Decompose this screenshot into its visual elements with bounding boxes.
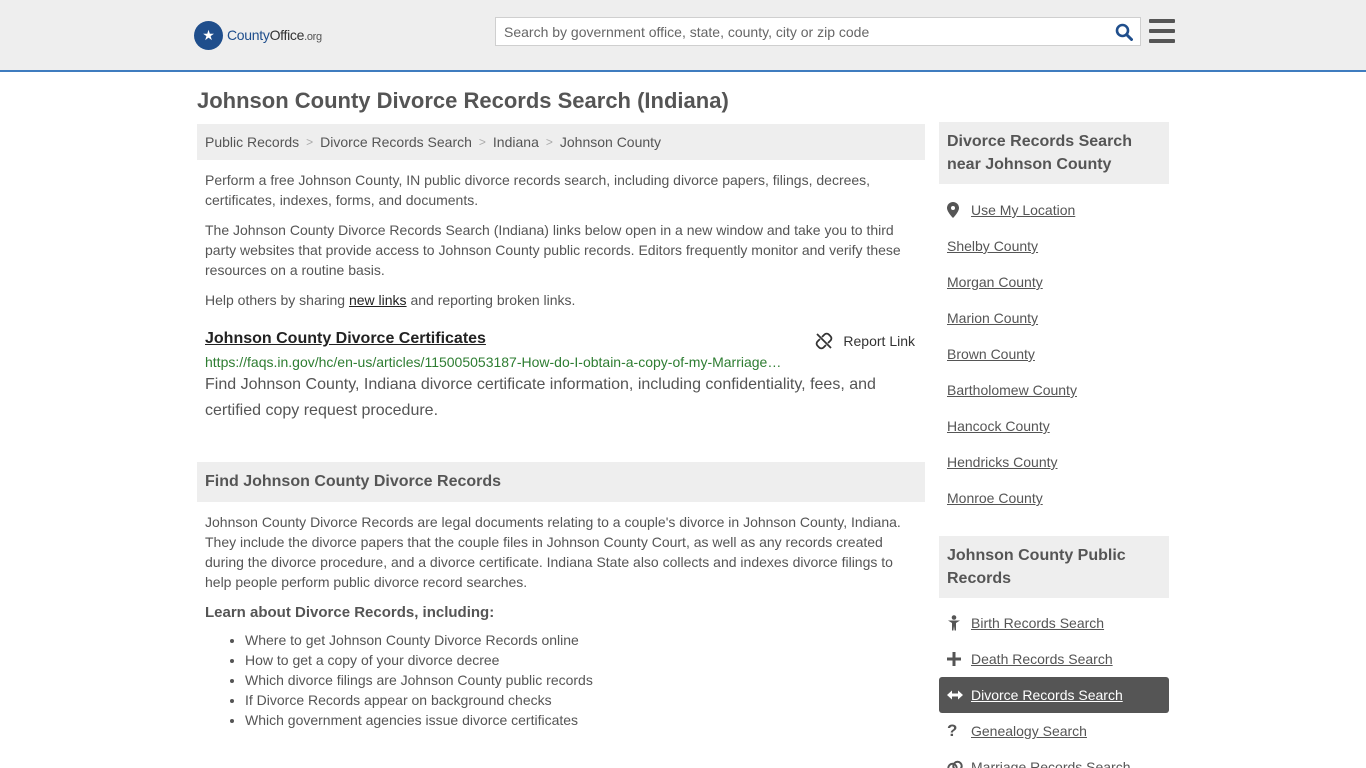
breadcrumb-indiana[interactable]: Indiana	[493, 134, 539, 150]
sidebar-public-records: Johnson County Public Records	[939, 536, 1169, 598]
learn-list: Where to get Johnson County Divorce Reco…	[197, 630, 925, 730]
nearby-county-link[interactable]: Monroe County	[947, 490, 1043, 506]
section-heading: Find Johnson County Divorce Records	[197, 462, 925, 502]
intro-text: Help others by sharing	[205, 292, 349, 308]
result-url[interactable]: https://faqs.in.gov/hc/en-us/articles/11…	[205, 354, 783, 370]
sidebar-heading-public-records: Johnson County Public Records	[939, 536, 1169, 598]
marriage-records-search-link[interactable]: Marriage Records Search	[939, 749, 1169, 768]
logo-office: Office	[269, 27, 305, 43]
result-description: Find Johnson County, Indiana divorce cer…	[205, 376, 876, 419]
nearby-county-link[interactable]: Brown County	[947, 346, 1035, 362]
sidebar-link-label: Birth Records Search	[971, 615, 1105, 631]
intro-paragraph-1: Perform a free Johnson County, IN public…	[205, 172, 871, 208]
nearby-list: Use My Location Shelby County Morgan Cou…	[939, 200, 1169, 506]
learn-heading: Learn about Divorce Records, including:	[205, 604, 495, 621]
list-item: How to get a copy of your divorce decree	[245, 650, 925, 670]
search-input[interactable]	[496, 18, 1108, 45]
breadcrumb-separator: >	[545, 135, 553, 149]
nearby-county-link[interactable]: Shelby County	[947, 238, 1038, 254]
breadcrumb-divorce-records-search[interactable]: Divorce Records Search	[320, 134, 472, 150]
main-content: Public Records > Divorce Records Search …	[197, 124, 925, 730]
map-pin-icon	[947, 202, 971, 218]
nearby-county-link[interactable]: Bartholomew County	[947, 382, 1077, 398]
sidebar-nearby: Divorce Records Search near Johnson Coun…	[939, 122, 1169, 184]
report-link-button[interactable]: Report Link	[815, 332, 915, 350]
logo-county: County	[227, 27, 270, 43]
sidebar-link-label: Genealogy Search	[971, 723, 1087, 739]
use-my-location-label: Use My Location	[971, 202, 1076, 218]
list-item: If Divorce Records appear on background …	[245, 690, 925, 710]
question-icon: ?	[947, 721, 958, 740]
rings-icon	[947, 760, 971, 768]
breadcrumb-johnson-county: Johnson County	[559, 134, 662, 150]
cross-icon	[947, 652, 971, 666]
page-title: Johnson County Divorce Records Search (I…	[197, 88, 729, 113]
list-item: Where to get Johnson County Divorce Reco…	[245, 630, 925, 650]
nearby-county-link[interactable]: Hancock County	[947, 418, 1050, 434]
eagle-icon: ★	[194, 20, 223, 50]
breadcrumb-public-records[interactable]: Public Records	[205, 134, 299, 150]
arrows-icon	[947, 689, 971, 701]
sidebar-link-label: Marriage Records Search	[971, 759, 1131, 768]
broken-link-icon	[816, 332, 833, 350]
search-bar	[495, 17, 1141, 46]
birth-records-search-link[interactable]: Birth Records Search	[939, 605, 1169, 641]
nearby-county-link[interactable]: Morgan County	[947, 274, 1043, 290]
search-icon	[1115, 23, 1133, 41]
list-item: Which government agencies issue divorce …	[245, 710, 925, 730]
public-records-list: Birth Records Search Death Records Searc…	[939, 605, 1169, 768]
sidebar-link-label: Divorce Records Search	[971, 687, 1123, 703]
hamburger-menu-icon[interactable]	[1149, 19, 1175, 43]
death-records-search-link[interactable]: Death Records Search	[939, 641, 1169, 677]
find-paragraph: Johnson County Divorce Records are legal…	[205, 514, 901, 590]
intro-paragraph-3: Help others by sharing new links and rep…	[197, 290, 925, 310]
site-header: ★ CountyOffice.org	[0, 0, 1366, 72]
breadcrumb-separator: >	[478, 135, 486, 149]
breadcrumb: Public Records > Divorce Records Search …	[197, 124, 925, 160]
nearby-county-link[interactable]: Marion County	[947, 310, 1038, 326]
sidebar-link-label: Death Records Search	[971, 651, 1113, 667]
intro-paragraph-2: The Johnson County Divorce Records Searc…	[205, 222, 901, 278]
use-my-location-link[interactable]: Use My Location	[939, 192, 1169, 228]
new-links-link[interactable]: new links	[349, 292, 407, 308]
person-icon	[947, 615, 971, 631]
site-logo[interactable]: ★ CountyOffice.org	[194, 20, 322, 50]
result-item: Johnson County Divorce Certificates Repo…	[197, 330, 925, 424]
genealogy-search-link[interactable]: ? Genealogy Search	[939, 713, 1169, 749]
logo-tld: .org	[304, 31, 322, 43]
list-item: Which divorce filings are Johnson County…	[245, 670, 925, 690]
breadcrumb-separator: >	[306, 135, 314, 149]
report-link-label: Report Link	[843, 333, 915, 349]
search-button[interactable]	[1108, 18, 1140, 45]
intro-text: and reporting broken links.	[406, 292, 576, 308]
result-title-link[interactable]: Johnson County Divorce Certificates	[205, 330, 486, 347]
divorce-records-search-link[interactable]: Divorce Records Search	[939, 677, 1169, 713]
logo-text: CountyOffice.org	[227, 27, 322, 43]
nearby-county-link[interactable]: Hendricks County	[947, 454, 1058, 470]
sidebar-heading-nearby: Divorce Records Search near Johnson Coun…	[939, 122, 1169, 184]
